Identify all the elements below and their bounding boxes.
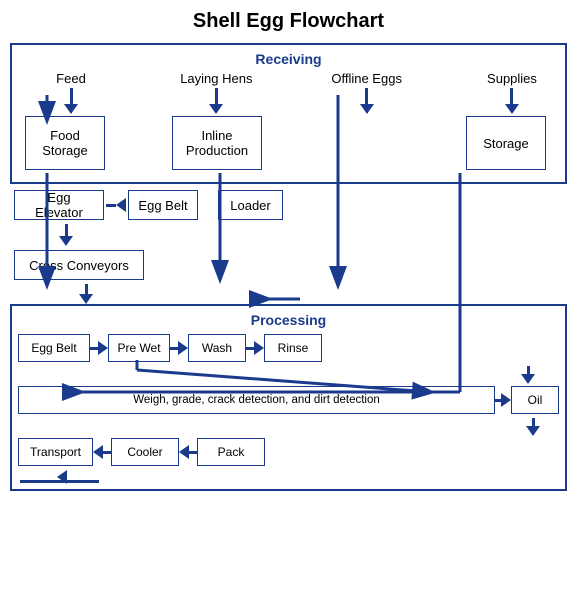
storage-box: Storage: [466, 116, 546, 170]
egg-belt-top-box: Egg Belt: [128, 190, 198, 220]
proc-transport: Transport: [18, 438, 93, 466]
receiving-label: Receiving: [16, 51, 561, 67]
input-offline-eggs: Offline Eggs: [327, 71, 407, 86]
egg-elevator-box: Egg Elevator: [14, 190, 104, 220]
cross-conveyors-box: Cross Conveyors: [14, 250, 144, 280]
proc-wash: Wash: [188, 334, 246, 362]
proc-pack: Pack: [197, 438, 265, 466]
processing-label: Processing: [18, 312, 559, 328]
proc-cooler: Cooler: [111, 438, 179, 466]
input-feed: Feed: [36, 71, 106, 86]
food-storage-box: Food Storage: [25, 116, 105, 170]
receiving-section: Receiving Feed Laying Hens Offline Eggs …: [10, 43, 567, 184]
page-title: Shell Egg Flowchart: [10, 10, 567, 33]
proc-pre-wet: Pre Wet: [108, 334, 170, 362]
proc-rinse: Rinse: [264, 334, 322, 362]
loader-box: Loader: [218, 190, 283, 220]
processing-section: Processing Egg Belt Pre Wet Wash Rinse W…: [10, 304, 567, 491]
input-supplies: Supplies: [477, 71, 547, 86]
proc-weigh: Weigh, grade, crack detection, and dirt …: [18, 386, 495, 414]
inline-production-box: Inline Production: [172, 116, 262, 170]
input-laying-hens: Laying Hens: [176, 71, 256, 86]
proc-egg-belt: Egg Belt: [18, 334, 90, 362]
proc-oil: Oil: [511, 386, 559, 414]
